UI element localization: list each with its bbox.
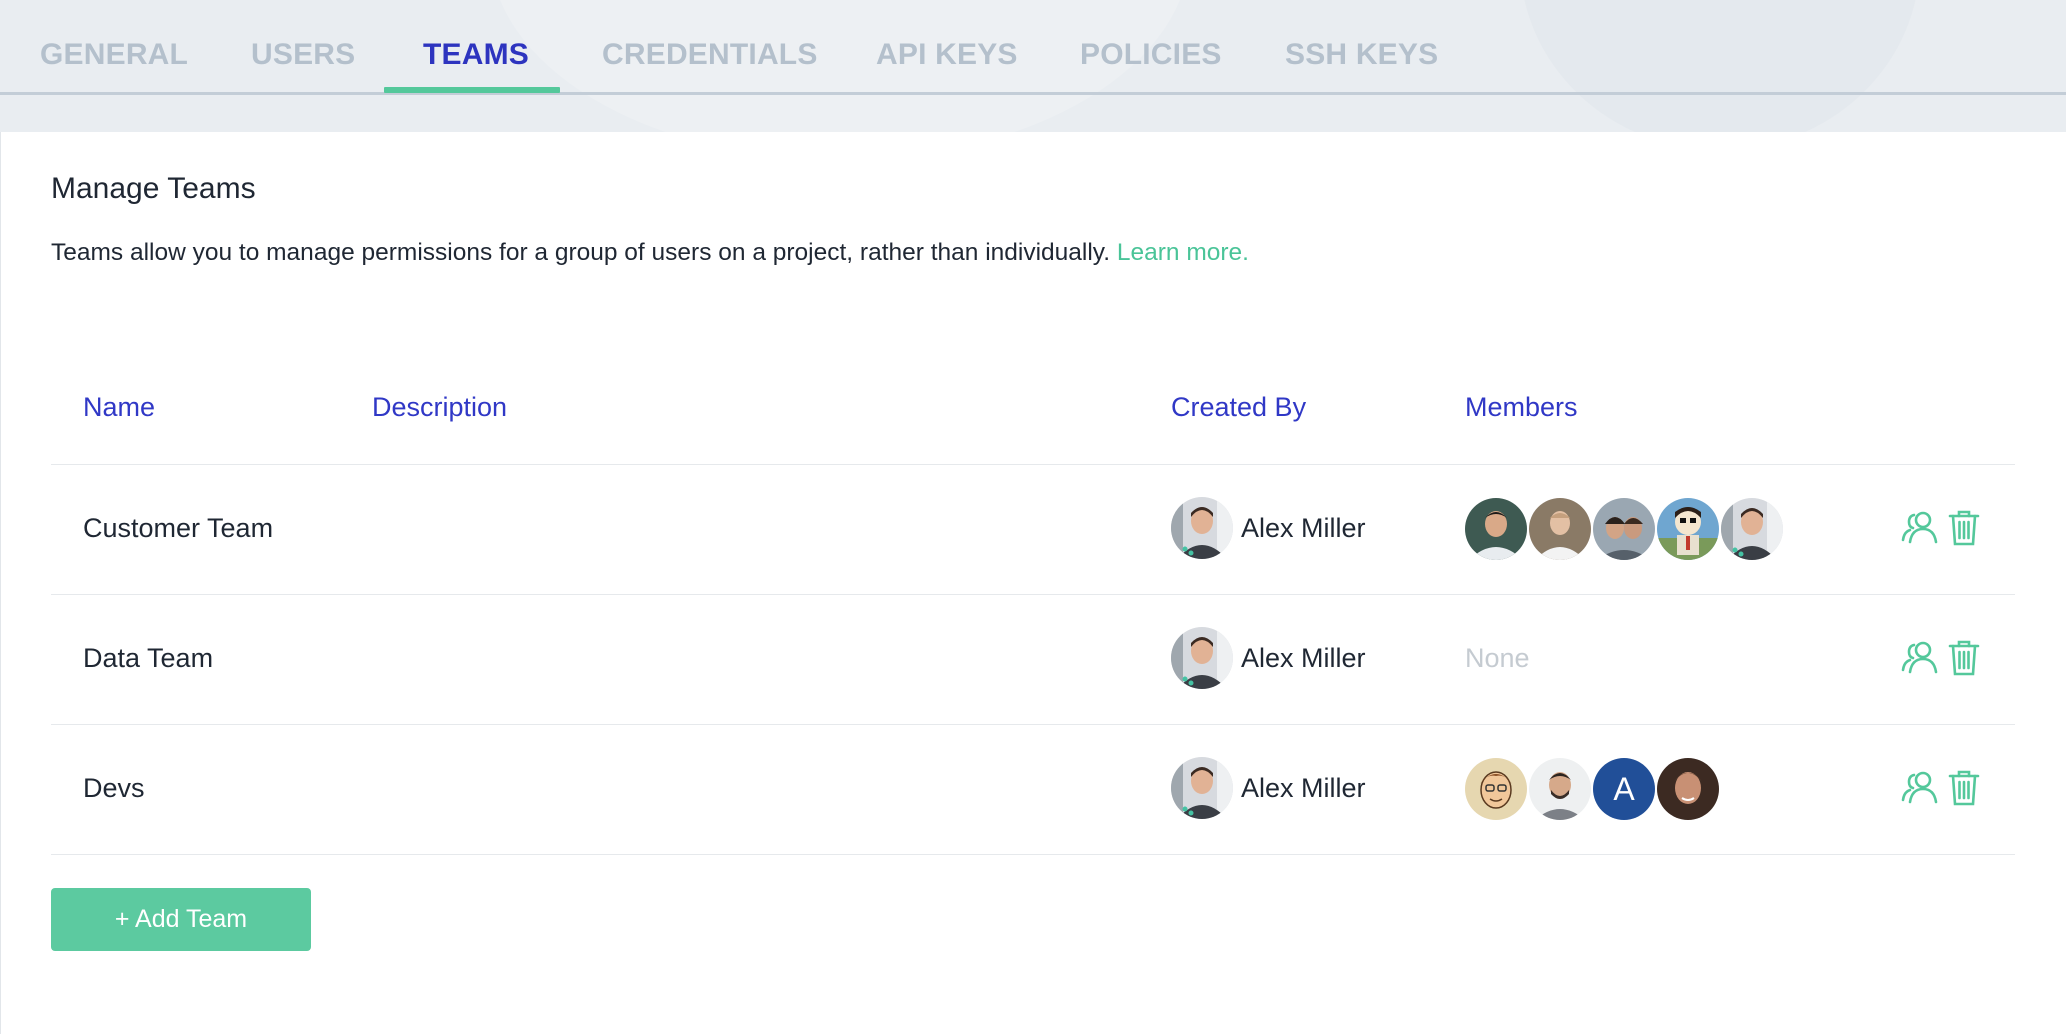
column-header-created-by: Created By <box>1171 392 1307 422</box>
intro-text: Teams allow you to manage permissions fo… <box>51 239 1249 267</box>
row-actions <box>1901 767 1989 807</box>
creator-name: Alex Miller <box>1241 772 1366 803</box>
tab-bar: GENERAL USERS TEAMS CREDENTIALS API KEYS… <box>0 0 2066 95</box>
table-row: Customer Team Alex Miller <box>51 465 2015 595</box>
row-actions <box>1901 507 1989 547</box>
table-row: Data Team Alex Miller None <box>51 595 2015 725</box>
tab-general[interactable]: GENERAL <box>40 38 188 72</box>
avatar <box>1721 498 1783 560</box>
active-tab-indicator <box>384 87 560 93</box>
row-actions <box>1901 637 1989 677</box>
members-cell <box>1465 497 1785 561</box>
tab-users[interactable]: USERS <box>251 38 355 72</box>
trash-icon[interactable] <box>1945 767 1983 807</box>
tab-policies[interactable]: POLICIES <box>1080 38 1222 72</box>
column-header-members: Members <box>1465 392 1578 422</box>
avatar <box>1529 498 1591 560</box>
teams-card: Manage Teams Teams allow you to manage p… <box>0 132 2066 1034</box>
avatar <box>1657 498 1719 560</box>
created-by-cell: Alex Miller <box>1171 755 1366 821</box>
row-divider <box>51 854 2015 855</box>
avatar <box>1171 627 1233 689</box>
avatar <box>1465 498 1527 560</box>
users-icon[interactable] <box>1901 767 1939 807</box>
tab-ssh-keys[interactable]: SSH KEYS <box>1285 38 1438 72</box>
trash-icon[interactable] <box>1945 507 1983 547</box>
add-team-button[interactable]: + Add Team <box>51 888 311 951</box>
learn-more-link[interactable]: Learn more. <box>1117 239 1249 266</box>
trash-icon[interactable] <box>1945 637 1983 677</box>
avatar <box>1657 758 1719 820</box>
page-title: Manage Teams <box>51 172 256 205</box>
created-by-cell: Alex Miller <box>1171 495 1366 561</box>
team-name: Devs <box>83 773 145 803</box>
intro-description: Teams allow you to manage permissions fo… <box>51 239 1111 266</box>
users-icon[interactable] <box>1901 507 1939 547</box>
avatar <box>1171 757 1233 819</box>
avatar <box>1465 758 1527 820</box>
created-by-cell: Alex Miller <box>1171 625 1366 691</box>
tab-credentials[interactable]: CREDENTIALS <box>602 38 818 72</box>
tab-teams[interactable]: TEAMS <box>423 38 529 72</box>
column-header-name: Name <box>83 392 156 422</box>
avatar <box>1529 758 1591 820</box>
team-name: Data Team <box>83 643 214 673</box>
avatar-initial: A <box>1593 758 1655 820</box>
table-row: Devs Alex Miller A <box>51 725 2015 855</box>
avatar <box>1593 498 1655 560</box>
members-cell: A <box>1465 757 1721 821</box>
users-icon[interactable] <box>1901 637 1939 677</box>
creator-name: Alex Miller <box>1241 512 1366 543</box>
team-name: Customer Team <box>83 513 274 543</box>
members-none: None <box>1465 643 1530 673</box>
avatar <box>1171 497 1233 559</box>
creator-name: Alex Miller <box>1241 642 1366 673</box>
tab-api-keys[interactable]: API KEYS <box>876 38 1018 72</box>
column-header-description: Description <box>372 392 508 422</box>
